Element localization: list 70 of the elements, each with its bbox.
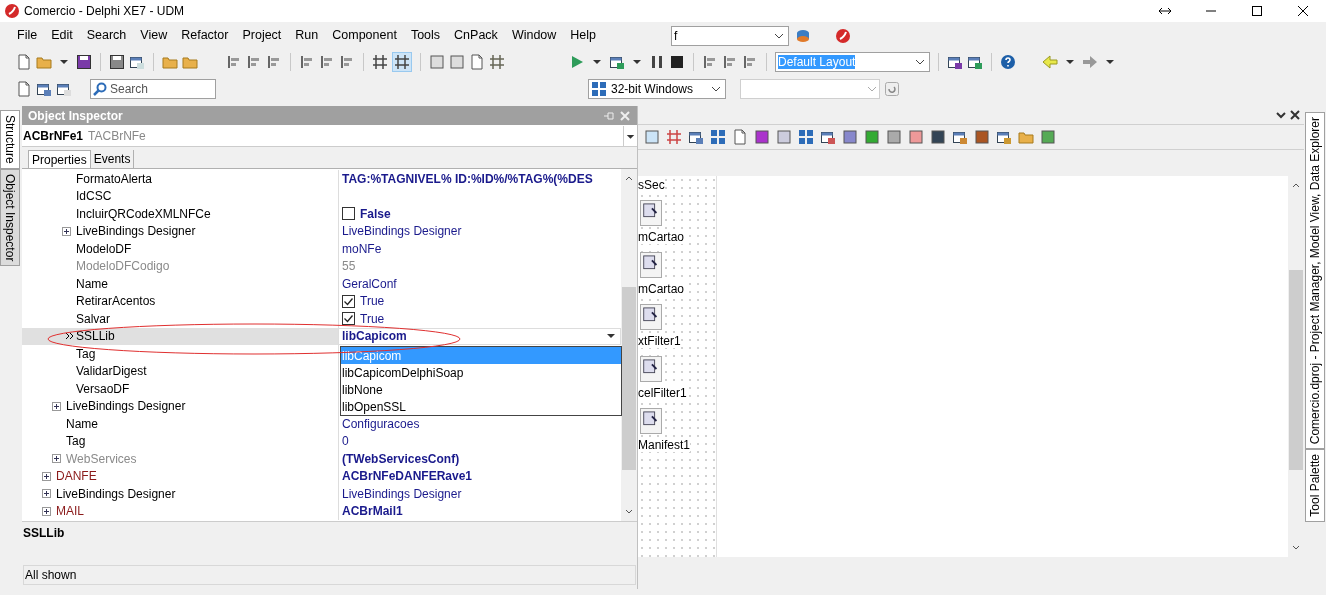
dropdown-option[interactable]: libOpenSSL	[341, 398, 621, 415]
menu-item[interactable]: Component	[325, 25, 404, 45]
menu-item[interactable]: File	[10, 25, 45, 45]
inspector-tab[interactable]: Events	[90, 150, 135, 168]
window-title: Comercio - Delphi XE7 - UDM	[24, 3, 185, 20]
property-name[interactable]: IdCSC	[22, 187, 338, 205]
dropdown-option[interactable]: libCapicomDelphiSoap	[341, 364, 621, 381]
property-name[interactable]: Tag	[22, 345, 338, 363]
menu-item[interactable]: Search	[79, 25, 134, 45]
property-value: True	[360, 310, 385, 328]
property-value: True	[360, 293, 385, 310]
side-tab[interactable]: Comercio.dproj - Project Manager, Model View, Data Explorer	[1305, 112, 1325, 450]
property-name[interactable]: Name	[22, 275, 338, 293]
property-name[interactable]: LiveBindings Designer	[22, 222, 338, 240]
property-name[interactable]: RetirarAcentos	[22, 292, 338, 310]
property-name[interactable]: ValidarDigest	[22, 362, 338, 380]
side-tab[interactable]: Structure	[0, 110, 20, 169]
property-value: False	[360, 205, 391, 223]
property-name[interactable]: MAIL	[22, 502, 338, 520]
property-value: ACBrNFeDANFERave1	[342, 468, 473, 485]
property-name[interactable]: LiveBindings Designer	[22, 485, 338, 503]
side-tab[interactable]: Object Inspector	[0, 168, 20, 267]
property-name[interactable]: IncluirQRCodeXMLNFCe	[22, 205, 338, 223]
platform-field[interactable]: 32-bit Windows	[588, 79, 726, 99]
inspector-tab[interactable]: Properties	[28, 150, 91, 168]
component-label: sSec	[638, 178, 665, 192]
property-name[interactable]: VersaoDF	[22, 380, 338, 398]
property-name[interactable]: SSLLib	[22, 327, 338, 345]
menu-item[interactable]: Run	[288, 25, 326, 45]
property-name[interactable]: Name	[22, 415, 338, 433]
dropdown-option[interactable]: libNone	[341, 381, 621, 398]
menu-item[interactable]: Project	[235, 25, 289, 45]
side-tab[interactable]: Tool Palette	[1305, 449, 1325, 522]
property-value: libCapicom	[342, 328, 407, 345]
menu-item[interactable]: Tools	[403, 25, 448, 45]
menu-item[interactable]: Refactor	[174, 25, 236, 45]
menu-item[interactable]: View	[133, 25, 175, 45]
component-label: mCartao	[638, 282, 684, 296]
property-value: moNFe	[342, 240, 382, 258]
property-value: ACBrMail1	[342, 503, 403, 520]
menu-item[interactable]: Help	[563, 25, 604, 45]
component-label: celFilter1	[638, 386, 687, 400]
property-name[interactable]: DANFE	[22, 467, 338, 485]
target-field[interactable]: f	[671, 26, 789, 46]
status-text: All shown	[25, 567, 77, 584]
property-value: LiveBindings Designer	[342, 223, 462, 240]
property-value: LiveBindings Designer	[342, 485, 462, 503]
component-selector[interactable]: ACBrNFe1 TACBrNFe	[22, 125, 637, 147]
property-name[interactable]: Tag	[22, 432, 338, 450]
component-label: xtFilter1	[638, 334, 681, 348]
property-value: Configuracoes	[342, 415, 420, 433]
component-label: Manifest1	[638, 438, 691, 452]
property-name[interactable]: FormatoAlerta	[22, 170, 338, 188]
property-description: SSLLib	[23, 526, 65, 540]
menu-item[interactable]: CnPack	[447, 25, 505, 45]
property-value: (TWebServicesConf)	[342, 450, 460, 468]
property-name[interactable]: ModeloDF	[22, 240, 338, 258]
property-value: 0	[342, 433, 349, 450]
search-field[interactable]: Search	[90, 79, 216, 99]
menu-item[interactable]: Window	[504, 25, 564, 45]
panel-title: Object Inspector	[28, 107, 123, 125]
component-label: mCartao	[638, 230, 684, 244]
property-name[interactable]: WebServices	[22, 450, 338, 468]
property-value: 55	[342, 258, 356, 275]
property-value: GeralConf	[342, 275, 397, 293]
property-name[interactable]: Salvar	[22, 310, 338, 328]
property-name[interactable]: LiveBindings Designer	[22, 397, 338, 415]
property-name[interactable]: ModeloDFCodigo	[22, 257, 338, 275]
property-value: TAG:%TAGNIVEL% ID:%ID%/%TAG%(%DES	[342, 170, 593, 188]
menu-item[interactable]: Edit	[44, 25, 80, 45]
